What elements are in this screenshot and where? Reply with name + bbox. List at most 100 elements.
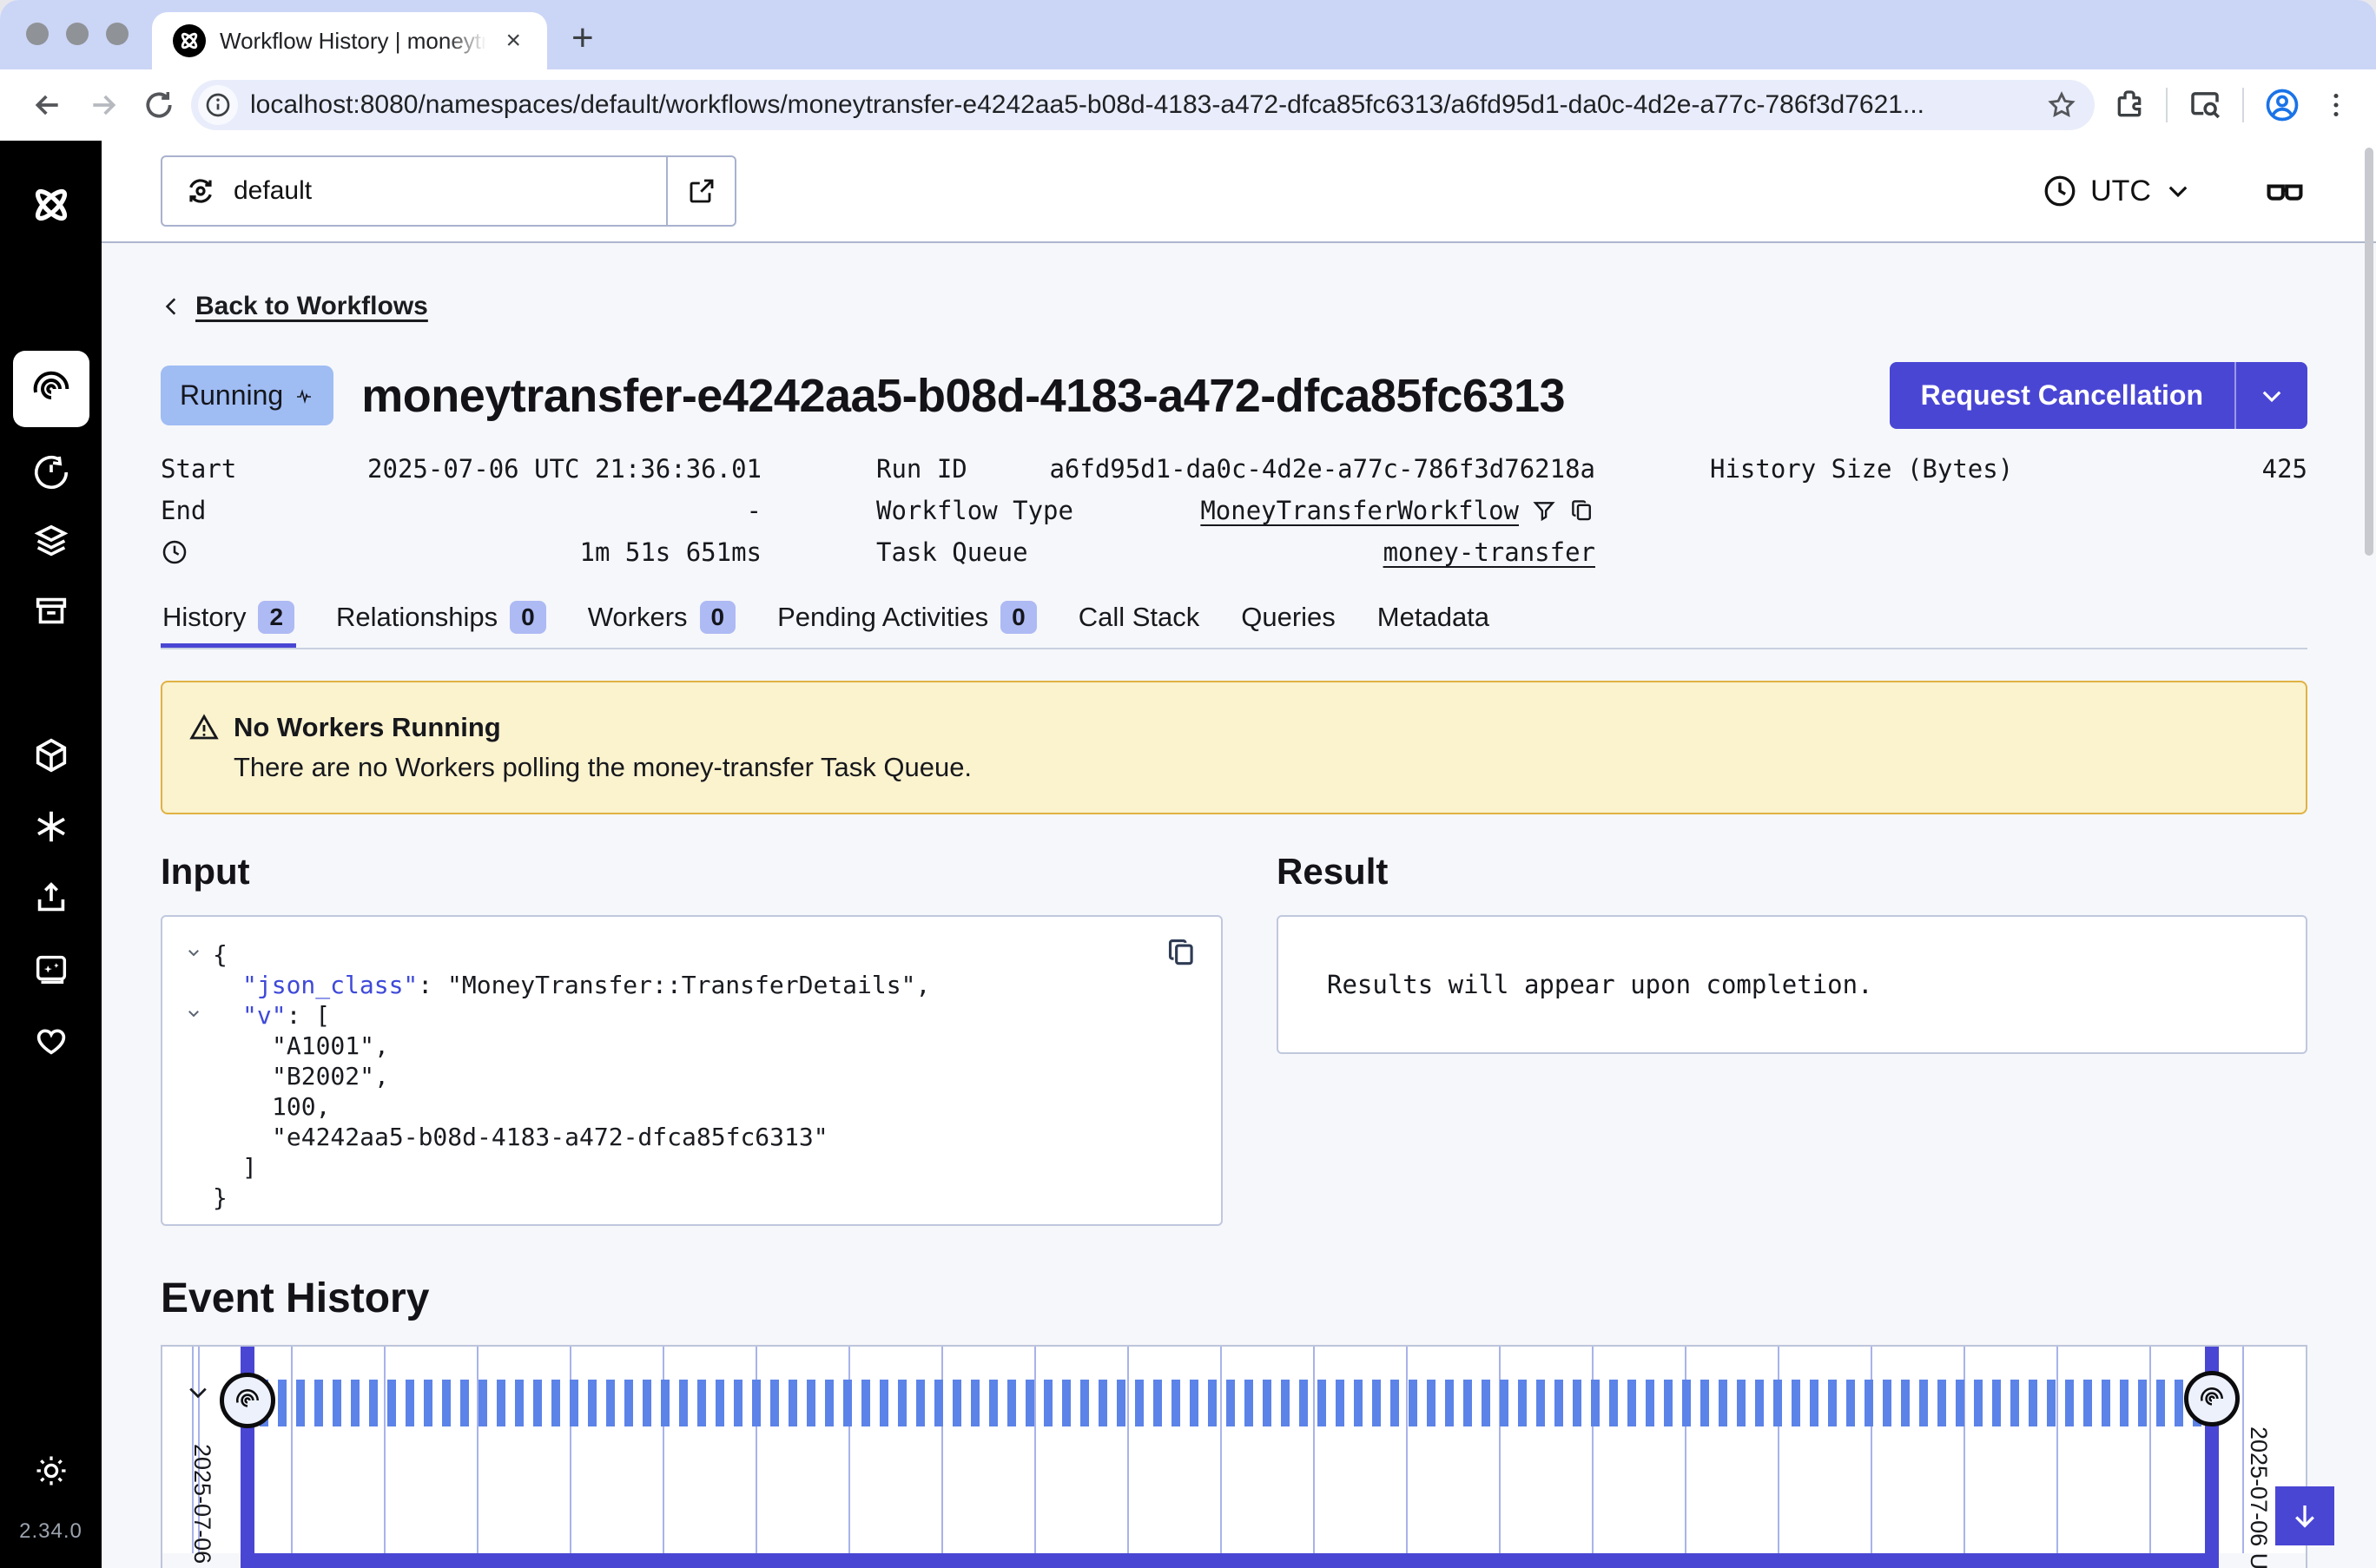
code-line: "v": [: [175, 1000, 1204, 1031]
reload-icon[interactable]: [135, 82, 182, 128]
result-heading: Result: [1277, 851, 2307, 893]
warning-triangle-icon: [188, 712, 220, 743]
namespace-bar: default UTC: [102, 141, 2376, 243]
minimize-window-button[interactable]: [66, 23, 89, 45]
copy-icon[interactable]: [1165, 936, 1198, 969]
temporal-sidebar: 2.34.0: [0, 141, 102, 1568]
collapse-chevron-icon[interactable]: [175, 1000, 213, 1031]
task-queue-link[interactable]: money-transfer: [1383, 537, 1595, 567]
workflow-id-title: moneytransfer-e4242aa5-b08d-4183-a472-df…: [361, 369, 1861, 423]
theme-toggle-icon[interactable]: [27, 1446, 76, 1495]
workers-count-badge: 0: [700, 601, 736, 634]
request-cancellation-button[interactable]: Request Cancellation: [1890, 362, 2234, 429]
namespace-external-link-button[interactable]: [666, 157, 735, 225]
gutter-spacer: [175, 1031, 213, 1061]
sidebar-item-feedback[interactable]: [27, 1016, 76, 1064]
history-count-badge: 2: [258, 601, 294, 634]
arrow-down-icon: [2289, 1500, 2320, 1532]
namespace-selector[interactable]: default: [161, 155, 736, 227]
workflow-spiral-icon: [234, 1387, 261, 1414]
back-icon[interactable]: [24, 82, 71, 128]
gutter-spacer: [175, 1183, 213, 1213]
sidebar-item-docs[interactable]: [27, 945, 76, 993]
url-text[interactable]: localhost:8080/namespaces/default/workfl…: [250, 90, 2034, 120]
tab-pending-activities[interactable]: Pending Activities 0: [776, 596, 1039, 648]
code-line: ]: [175, 1152, 1204, 1183]
sidebar-item-schedules[interactable]: [27, 448, 76, 497]
request-cancellation-split-button: Request Cancellation: [1890, 362, 2307, 429]
meta-task-queue-row: Task Queue money-transfer: [876, 531, 1595, 573]
gutter-spacer: [175, 1091, 213, 1122]
meta-run-id-row: Run ID a6fd95d1-da0c-4d2e-a77c-786f3d762…: [876, 448, 1595, 490]
scroll-to-bottom-button[interactable]: [2275, 1486, 2334, 1545]
sidebar-item-namespaces[interactable]: [27, 731, 76, 780]
namespace-name: default: [234, 176, 312, 206]
tab-history[interactable]: History 2: [161, 596, 296, 648]
page-scrollbar-thumb[interactable]: [2365, 148, 2373, 556]
event-history-timeline[interactable]: 2025-07-06 UTC 2 2025-07-06 UTC 2 5s11s1…: [161, 1345, 2307, 1568]
code-line: {: [175, 939, 1204, 970]
tab-close-icon[interactable]: ×: [500, 26, 526, 56]
timeline-start-date-label: 2025-07-06 UTC 2: [188, 1444, 215, 1568]
workflow-header: Running moneytransfer-e4242aa5-b08d-4183…: [161, 362, 2307, 429]
warning-title: No Workers Running: [234, 712, 501, 743]
tab-workers[interactable]: Workers 0: [586, 596, 737, 648]
toolbar-divider: [2242, 88, 2244, 122]
workflow-started-node[interactable]: [220, 1373, 275, 1428]
browser-tab[interactable]: Workflow History | moneytran ×: [152, 12, 547, 69]
pending-activities-count-badge: 0: [1000, 601, 1037, 634]
timeline-end-date-label: 2025-07-06 UTC 2: [2245, 1426, 2272, 1568]
sidebar-item-batch-operations[interactable]: [27, 587, 76, 636]
copy-icon[interactable]: [1569, 497, 1595, 524]
gutter-spacer: [175, 1152, 213, 1183]
workflow-tabs: History 2 Relationships 0 Workers 0 Pend…: [161, 596, 2307, 649]
chevron-left-icon: [161, 295, 183, 318]
code-line: }: [175, 1183, 1204, 1213]
site-info-icon[interactable]: [198, 85, 238, 125]
result-panel: Result Results will appear upon completi…: [1277, 851, 2307, 1054]
browser-menu-icon[interactable]: [2320, 89, 2352, 121]
code-line: 100,: [175, 1091, 1204, 1122]
workflow-metadata: Start 2025-07-06 UTC 21:36:36.01 End - 1…: [161, 448, 2307, 573]
meta-start-row: Start 2025-07-06 UTC 21:36:36.01: [161, 448, 762, 490]
more-actions-button[interactable]: [2234, 362, 2307, 429]
close-window-button[interactable]: [26, 23, 49, 45]
new-tab-button[interactable]: +: [571, 19, 594, 57]
filter-icon[interactable]: [1531, 497, 1557, 524]
latest-event-node[interactable]: [2184, 1371, 2240, 1426]
sidebar-item-deployments[interactable]: [27, 517, 76, 566]
tab-metadata[interactable]: Metadata: [1376, 596, 1491, 648]
chevron-down-icon: [2257, 381, 2287, 411]
workflow-type-link[interactable]: MoneyTransferWorkflow: [1200, 496, 1519, 525]
back-to-workflows-link[interactable]: Back to Workflows: [161, 292, 428, 321]
tab-queries[interactable]: Queries: [1239, 596, 1337, 648]
bookmark-star-icon[interactable]: [2046, 89, 2077, 121]
chevron-down-icon: [2163, 176, 2193, 206]
address-bar[interactable]: localhost:8080/namespaces/default/workfl…: [191, 80, 2095, 130]
duration-clock-icon: [161, 538, 188, 566]
sidebar-item-workflows[interactable]: [13, 351, 89, 427]
window-controls[interactable]: [26, 23, 129, 45]
meta-workflow-type-row: Workflow Type MoneyTransferWorkflow: [876, 490, 1595, 531]
collapse-chevron-icon[interactable]: [175, 939, 213, 970]
labs-glasses-icon[interactable]: [2262, 168, 2307, 214]
collapse-timeline-chevron-icon[interactable]: [185, 1380, 211, 1406]
extensions-icon[interactable]: [2112, 88, 2147, 122]
zoom-window-button[interactable]: [106, 23, 129, 45]
gutter-spacer: [175, 1122, 213, 1152]
gutter-spacer: [175, 1061, 213, 1091]
timezone-selector[interactable]: UTC: [2042, 173, 2193, 209]
sidebar-item-nexus[interactable]: [27, 802, 76, 851]
browser-actions: [2103, 86, 2352, 124]
sidebar-item-import[interactable]: [27, 873, 76, 922]
search-tabs-icon[interactable]: [2187, 87, 2223, 123]
profile-avatar-icon[interactable]: [2263, 86, 2301, 124]
timezone-label: UTC: [2090, 175, 2151, 208]
tab-relationships[interactable]: Relationships 0: [334, 596, 548, 648]
workflow-execution-span: [260, 1380, 2203, 1426]
tab-call-stack[interactable]: Call Stack: [1077, 596, 1202, 648]
temporal-logo-icon[interactable]: [27, 181, 76, 229]
forward-icon[interactable]: [80, 82, 127, 128]
workflow-page: Back to Workflows Running moneytransfer-…: [102, 243, 2376, 1568]
timeline-axis-bar: [241, 1553, 2219, 1568]
